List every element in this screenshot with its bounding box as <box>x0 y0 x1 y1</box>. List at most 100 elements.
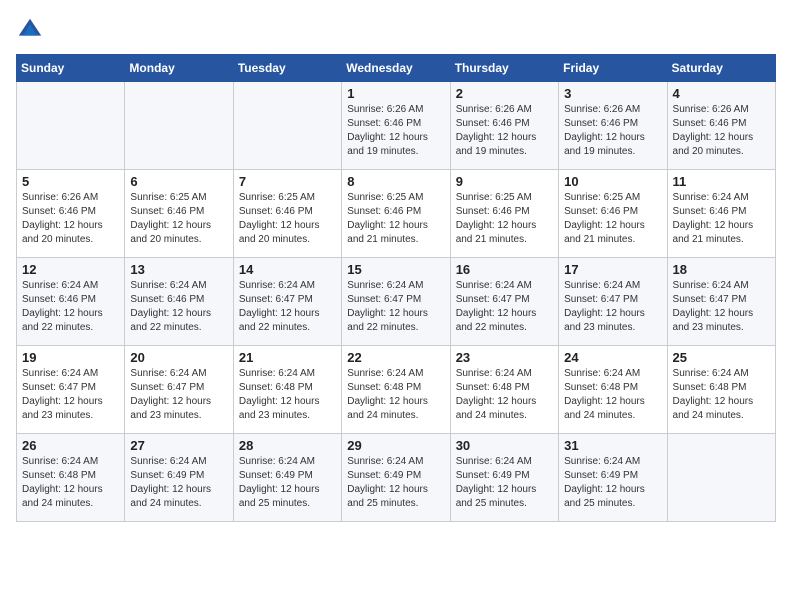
calendar-cell: 18 Sunrise: 6:24 AM Sunset: 6:47 PM Dayli… <box>667 258 775 346</box>
calendar-cell: 8 Sunrise: 6:25 AM Sunset: 6:46 PM Daylig… <box>342 170 450 258</box>
calendar-cell: 31 Sunrise: 6:24 AM Sunset: 6:49 PM Dayli… <box>559 434 667 522</box>
calendar-cell: 9 Sunrise: 6:25 AM Sunset: 6:46 PM Daylig… <box>450 170 558 258</box>
day-number: 21 <box>239 350 336 365</box>
day-info: Sunrise: 6:24 AM Sunset: 6:47 PM Dayligh… <box>564 279 661 335</box>
calendar-cell: 20Sunrise: 6:24 AM Sunset: 6:47 PM Dayli… <box>125 346 233 434</box>
calendar-cell: 4 Sunrise: 6:26 AM Sunset: 6:46 PM Daylig… <box>667 82 775 170</box>
day-info: Sunrise: 6:24 AM Sunset: 6:48 PM Dayligh… <box>239 367 336 423</box>
day-number: 25 <box>673 350 770 365</box>
day-number: 23 <box>456 350 553 365</box>
day-info: Sunrise: 6:24 AM Sunset: 6:49 PM Dayligh… <box>564 455 661 511</box>
day-info: Sunrise: 6:24 AM Sunset: 6:48 PM Dayligh… <box>673 367 770 423</box>
day-number: 22 <box>347 350 444 365</box>
calendar-cell: 11 Sunrise: 6:24 AM Sunset: 6:46 PM Dayli… <box>667 170 775 258</box>
day-number: 11 <box>673 174 770 189</box>
day-info: Sunrise: 6:24 AM Sunset: 6:47 PM Dayligh… <box>673 279 770 335</box>
day-header-sunday: Sunday <box>17 55 125 82</box>
day-info: Sunrise: 6:25 AM Sunset: 6:46 PM Dayligh… <box>347 191 444 247</box>
calendar-cell: 27Sunrise: 6:24 AM Sunset: 6:49 PM Dayli… <box>125 434 233 522</box>
calendar-cell: 3 Sunrise: 6:26 AM Sunset: 6:46 PM Daylig… <box>559 82 667 170</box>
day-number: 8 <box>347 174 444 189</box>
calendar-cell: 13 Sunrise: 6:24 AM Sunset: 6:46 PM Dayli… <box>125 258 233 346</box>
day-number: 20 <box>130 350 227 365</box>
day-number: 7 <box>239 174 336 189</box>
day-info: Sunrise: 6:25 AM Sunset: 6:46 PM Dayligh… <box>456 191 553 247</box>
day-info: Sunrise: 6:24 AM Sunset: 6:47 PM Dayligh… <box>347 279 444 335</box>
calendar-cell: 7 Sunrise: 6:25 AM Sunset: 6:46 PM Daylig… <box>233 170 341 258</box>
logo-icon <box>16 16 44 44</box>
calendar-cell: 6 Sunrise: 6:25 AM Sunset: 6:46 PM Daylig… <box>125 170 233 258</box>
day-number: 17 <box>564 262 661 277</box>
days-header-row: SundayMondayTuesdayWednesdayThursdayFrid… <box>17 55 776 82</box>
day-number: 27 <box>130 438 227 453</box>
calendar-cell: 28 Sunrise: 6:24 AM Sunset: 6:49 PM Dayli… <box>233 434 341 522</box>
day-header-friday: Friday <box>559 55 667 82</box>
calendar-cell <box>667 434 775 522</box>
day-header-thursday: Thursday <box>450 55 558 82</box>
day-info: Sunrise: 6:25 AM Sunset: 6:46 PM Dayligh… <box>239 191 336 247</box>
day-number: 15 <box>347 262 444 277</box>
day-number: 3 <box>564 86 661 101</box>
day-info: Sunrise: 6:26 AM Sunset: 6:46 PM Dayligh… <box>673 103 770 159</box>
day-info: Sunrise: 6:26 AM Sunset: 6:46 PM Dayligh… <box>347 103 444 159</box>
day-info: Sunrise: 6:24 AM Sunset: 6:48 PM Dayligh… <box>564 367 661 423</box>
day-info: Sunrise: 6:24 AM Sunset: 6:48 PM Dayligh… <box>22 455 119 511</box>
calendar-cell <box>17 82 125 170</box>
calendar-cell: 14 Sunrise: 6:24 AM Sunset: 6:47 PM Dayli… <box>233 258 341 346</box>
day-info: Sunrise: 6:24 AM Sunset: 6:47 PM Dayligh… <box>22 367 119 423</box>
day-info: Sunrise: 6:24 AM Sunset: 6:47 PM Dayligh… <box>239 279 336 335</box>
calendar-table: SundayMondayTuesdayWednesdayThursdayFrid… <box>16 54 776 522</box>
calendar-week-3: 12 Sunrise: 6:24 AM Sunset: 6:46 PM Dayli… <box>17 258 776 346</box>
calendar-cell: 5Sunrise: 6:26 AM Sunset: 6:46 PM Daylig… <box>17 170 125 258</box>
day-number: 14 <box>239 262 336 277</box>
day-number: 31 <box>564 438 661 453</box>
day-number: 28 <box>239 438 336 453</box>
calendar-cell <box>233 82 341 170</box>
day-info: Sunrise: 6:24 AM Sunset: 6:48 PM Dayligh… <box>456 367 553 423</box>
day-number: 2 <box>456 86 553 101</box>
day-number: 1 <box>347 86 444 101</box>
calendar-cell: 15 Sunrise: 6:24 AM Sunset: 6:47 PM Dayli… <box>342 258 450 346</box>
day-number: 26 <box>22 438 119 453</box>
day-info: Sunrise: 6:24 AM Sunset: 6:46 PM Dayligh… <box>673 191 770 247</box>
calendar-cell: 25 Sunrise: 6:24 AM Sunset: 6:48 PM Dayli… <box>667 346 775 434</box>
day-info: Sunrise: 6:24 AM Sunset: 6:47 PM Dayligh… <box>456 279 553 335</box>
day-number: 18 <box>673 262 770 277</box>
day-info: Sunrise: 6:24 AM Sunset: 6:49 PM Dayligh… <box>347 455 444 511</box>
day-header-wednesday: Wednesday <box>342 55 450 82</box>
day-header-monday: Monday <box>125 55 233 82</box>
calendar-cell: 23 Sunrise: 6:24 AM Sunset: 6:48 PM Dayli… <box>450 346 558 434</box>
day-info: Sunrise: 6:26 AM Sunset: 6:46 PM Dayligh… <box>564 103 661 159</box>
day-info: Sunrise: 6:24 AM Sunset: 6:46 PM Dayligh… <box>130 279 227 335</box>
day-number: 19 <box>22 350 119 365</box>
calendar-week-1: 1 Sunrise: 6:26 AM Sunset: 6:46 PM Daylig… <box>17 82 776 170</box>
day-number: 29 <box>347 438 444 453</box>
calendar-week-2: 5Sunrise: 6:26 AM Sunset: 6:46 PM Daylig… <box>17 170 776 258</box>
calendar-cell: 22 Sunrise: 6:24 AM Sunset: 6:48 PM Dayli… <box>342 346 450 434</box>
day-info: Sunrise: 6:25 AM Sunset: 6:46 PM Dayligh… <box>130 191 227 247</box>
day-number: 13 <box>130 262 227 277</box>
day-header-tuesday: Tuesday <box>233 55 341 82</box>
logo <box>16 16 48 44</box>
day-number: 12 <box>22 262 119 277</box>
day-info: Sunrise: 6:24 AM Sunset: 6:46 PM Dayligh… <box>22 279 119 335</box>
day-info: Sunrise: 6:26 AM Sunset: 6:46 PM Dayligh… <box>456 103 553 159</box>
day-number: 6 <box>130 174 227 189</box>
calendar-week-5: 26 Sunrise: 6:24 AM Sunset: 6:48 PM Dayli… <box>17 434 776 522</box>
day-number: 4 <box>673 86 770 101</box>
day-info: Sunrise: 6:24 AM Sunset: 6:48 PM Dayligh… <box>347 367 444 423</box>
day-number: 9 <box>456 174 553 189</box>
calendar-cell: 2 Sunrise: 6:26 AM Sunset: 6:46 PM Daylig… <box>450 82 558 170</box>
calendar-cell: 30Sunrise: 6:24 AM Sunset: 6:49 PM Dayli… <box>450 434 558 522</box>
calendar-cell: 12 Sunrise: 6:24 AM Sunset: 6:46 PM Dayli… <box>17 258 125 346</box>
day-info: Sunrise: 6:24 AM Sunset: 6:49 PM Dayligh… <box>456 455 553 511</box>
calendar-cell: 10Sunrise: 6:25 AM Sunset: 6:46 PM Dayli… <box>559 170 667 258</box>
calendar-cell: 21 Sunrise: 6:24 AM Sunset: 6:48 PM Dayli… <box>233 346 341 434</box>
calendar-cell: 24Sunrise: 6:24 AM Sunset: 6:48 PM Dayli… <box>559 346 667 434</box>
day-info: Sunrise: 6:24 AM Sunset: 6:49 PM Dayligh… <box>239 455 336 511</box>
day-info: Sunrise: 6:26 AM Sunset: 6:46 PM Dayligh… <box>22 191 119 247</box>
calendar-cell: 16Sunrise: 6:24 AM Sunset: 6:47 PM Dayli… <box>450 258 558 346</box>
page-header <box>16 16 776 44</box>
day-header-saturday: Saturday <box>667 55 775 82</box>
calendar-cell: 1 Sunrise: 6:26 AM Sunset: 6:46 PM Daylig… <box>342 82 450 170</box>
